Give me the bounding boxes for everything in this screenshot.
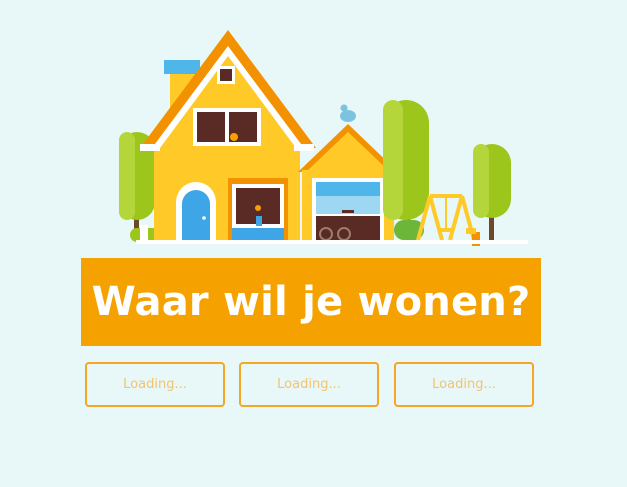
question-banner: Waar wil je wonen? (81, 258, 541, 346)
front-door-icon (182, 190, 210, 240)
answer-options: Loading... Loading... Loading... (85, 362, 540, 410)
house-illustration (100, 20, 530, 252)
bird-icon (340, 110, 356, 122)
answer-button-1[interactable]: Loading... (85, 362, 225, 407)
question-title: Waar wil je wonen? (91, 279, 531, 325)
answer-button-3[interactable]: Loading... (394, 362, 534, 407)
answer-button-2[interactable]: Loading... (239, 362, 379, 407)
